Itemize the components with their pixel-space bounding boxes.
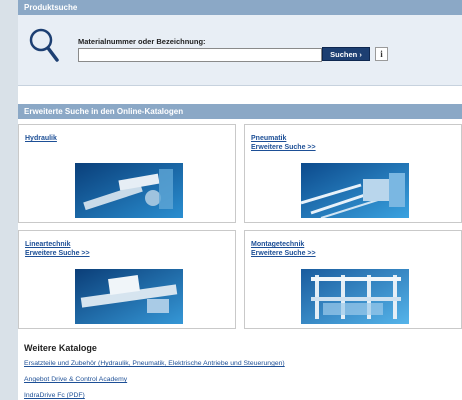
info-button[interactable]: i [375, 47, 388, 61]
card-title-lineartechnik[interactable]: Lineartechnik [25, 241, 71, 248]
card-title-pneumatik[interactable]: Pneumatik [251, 135, 286, 142]
magnifier-icon [29, 28, 59, 62]
search-input[interactable] [78, 48, 322, 62]
card-link-montagetechnik[interactable]: Erweitere Suche >> [251, 250, 316, 257]
lineartechnik-image [75, 269, 183, 324]
card-title-montagetechnik[interactable]: Montagetechnik [251, 241, 304, 248]
more-link-indradrive[interactable]: IndraDrive Fc (PDF) [24, 392, 85, 399]
card-link-lineartechnik[interactable]: Erweitere Suche >> [25, 250, 90, 257]
search-panel: Materialnummer oder Bezeichnung: Suchen … [18, 15, 462, 86]
more-link-academy[interactable]: Angebot Drive & Control Academy [24, 376, 127, 383]
product-search-header: Produktsuche [18, 0, 462, 15]
card-link-pneumatik[interactable]: Erweitere Suche >> [251, 144, 316, 151]
card-montagetechnik: Montagetechnik Erweitere Suche >> [244, 230, 462, 329]
pneumatik-image [301, 163, 409, 218]
more-link-spare-parts[interactable]: Ersatzteile und Zubehör (Hydraulik, Pneu… [24, 360, 285, 367]
card-hydraulik: Hydraulik [18, 124, 236, 223]
advanced-search-header: Erweiterte Suche in den Online-Katalogen [18, 104, 462, 119]
more-catalogs-title: Weitere Kataloge [24, 343, 97, 353]
card-pneumatik: Pneumatik Erweitere Suche >> [244, 124, 462, 223]
montagetechnik-image [301, 269, 409, 324]
search-label: Materialnummer oder Bezeichnung: [78, 37, 206, 46]
card-lineartechnik: Lineartechnik Erweitere Suche >> [18, 230, 236, 329]
hydraulik-image [75, 163, 183, 218]
search-button[interactable]: Suchen › [322, 47, 370, 61]
card-title-hydraulik[interactable]: Hydraulik [25, 135, 57, 142]
page: Produktsuche Materialnummer oder Bezeich… [18, 0, 462, 400]
